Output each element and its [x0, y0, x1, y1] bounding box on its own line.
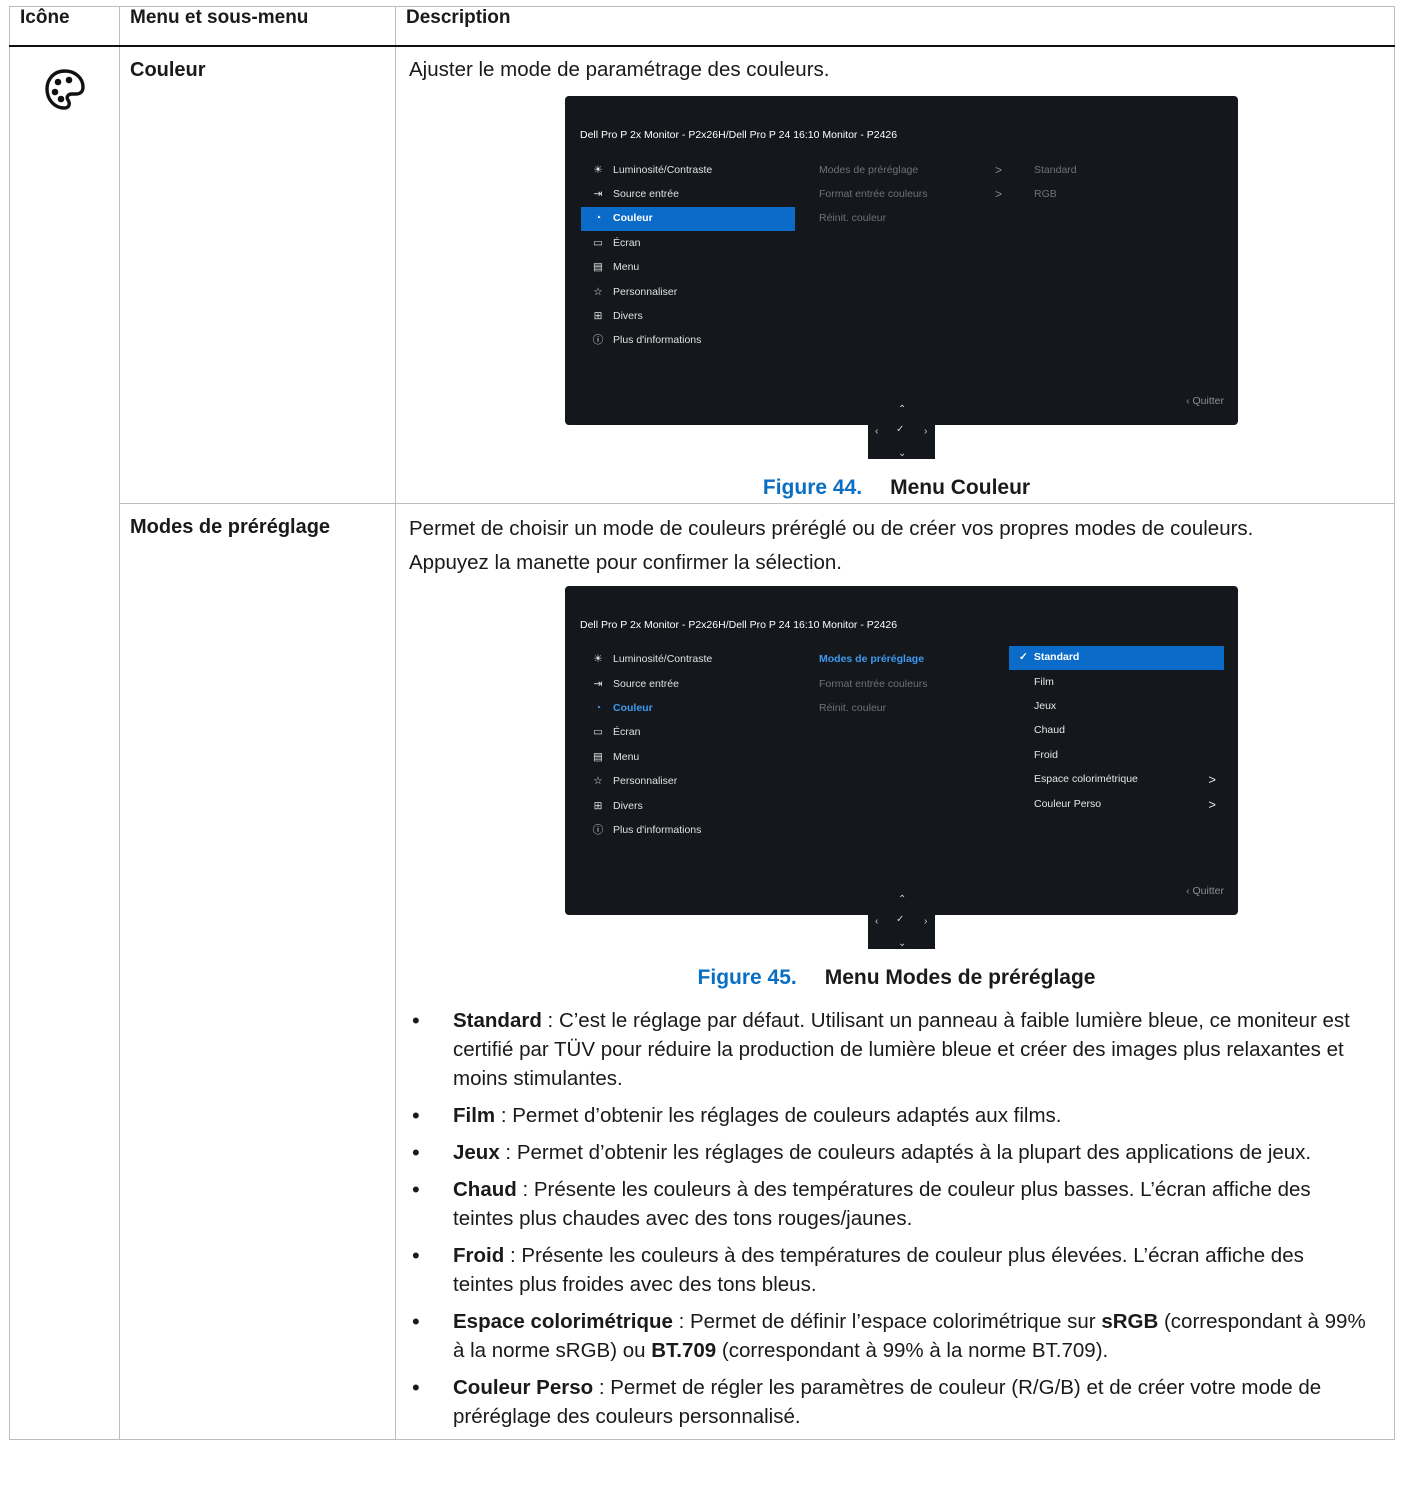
osd-sub-reset[interactable]: Réinit. couleur — [819, 207, 999, 231]
monitor-icon: ▭ — [593, 236, 603, 249]
osd-item-personalize[interactable]: ☆ Personnaliser — [581, 280, 795, 304]
chevron-down-icon: ⌄ — [898, 937, 907, 949]
osd-item-input[interactable]: ⇥ Source entrée — [581, 672, 795, 696]
osd-quit[interactable]: ‹ Quitter — [1186, 387, 1224, 416]
table-row: Modes de préréglage Permet de choisir un… — [10, 502, 1395, 1440]
menu-couleur: Couleur — [119, 45, 396, 504]
osd-main-menu: ☀ Luminosité/Contraste ⇥ Source entrée ◔ Co… — [581, 648, 795, 843]
palette-icon — [44, 69, 85, 110]
info-icon: ⓘ — [592, 823, 604, 836]
chevron-right-icon: › — [924, 915, 928, 927]
chevron-right-icon: > — [1208, 796, 1216, 812]
osd-item-brightness[interactable]: ☀ Luminosité/Contraste — [581, 648, 795, 672]
osd-screenshot-presets: Dell Pro P 2x Monitor - P2x26H/Dell Pro … — [565, 585, 1238, 949]
osd-item-others[interactable]: ⊞ Divers — [581, 794, 795, 818]
osd-item-color[interactable]: ◔ Couleur — [581, 206, 795, 232]
palette-icon: ◔ — [594, 701, 602, 714]
others-icon: ⊞ — [593, 310, 603, 323]
osd-item-others[interactable]: ⊞ Divers — [581, 304, 795, 328]
osd-item-menu[interactable]: ▤ Menu — [581, 745, 795, 769]
osd-preset-espace[interactable]: Espace colorimétrique > — [1009, 767, 1224, 791]
sun-icon: ☀ — [593, 653, 603, 666]
osd-values: Standard RGB — [1033, 158, 1223, 207]
preset-descriptions-list: Standard : C’est le réglage par défaut. … — [409, 1006, 1384, 1431]
header-description: Description — [395, 6, 1395, 47]
osd-item-menu[interactable]: ▤ Menu — [581, 256, 795, 280]
header-menu: Menu et sous-menu — [119, 6, 396, 47]
osd-preset-froid[interactable]: Froid — [1009, 743, 1224, 767]
menu-icon: ▤ — [593, 261, 603, 274]
osd-item-display[interactable]: ▭ Écran — [581, 231, 795, 255]
desc-couleur-text: Ajuster le mode de paramétrage des coule… — [409, 58, 830, 81]
osd-sub-preset[interactable]: Modes de préréglage > — [819, 158, 1002, 182]
osd-item-brightness[interactable]: ☀ Luminosité/Contraste — [581, 158, 795, 182]
osd-item-display[interactable]: ▭ Écran — [581, 721, 795, 745]
icon-cell — [9, 45, 120, 1440]
osd-title: Dell Pro P 2x Monitor - P2x26H/Dell Pro … — [580, 129, 898, 141]
table-header-row: Icône Menu et sous-menu Description — [9, 6, 1395, 47]
osd-submenu: Modes de préréglage > Format entrée coule… — [819, 158, 1003, 231]
star-icon: ☆ — [593, 775, 603, 788]
joystick-guide: ⌃ ‹ ✓ › ⌄ — [868, 882, 935, 949]
osd-value-preset: Standard — [1034, 163, 1077, 176]
desc-modes-prereglage: Permet de choisir un mode de couleurs pr… — [395, 502, 1395, 1440]
menu-modes-prereglage: Modes de préréglage — [119, 502, 396, 1440]
list-item: Chaud : Présente les couleurs à des temp… — [412, 1175, 1384, 1233]
osd-item-personalize[interactable]: ☆ Personnaliser — [581, 769, 795, 793]
osd-main-menu: ☀ Luminosité/Contraste ⇥ Source entrée ◔ Co… — [581, 158, 795, 353]
list-item: Espace colorimétrique : Permet de défini… — [412, 1307, 1384, 1365]
osd-panel: Dell Pro P 2x Monitor - P2x26H/Dell Pro … — [565, 96, 1238, 425]
star-icon: ☆ — [593, 285, 603, 298]
osd-title: Dell Pro P 2x Monitor - P2x26H/Dell Pro … — [580, 618, 898, 631]
osd-sub-format[interactable]: Format entrée couleurs — [819, 672, 999, 696]
list-item: Froid : Présente les couleurs à des temp… — [412, 1241, 1384, 1299]
osd-item-input[interactable]: ⇥ Source entrée — [581, 182, 795, 206]
osd-panel: Dell Pro P 2x Monitor - P2x26H/Dell Pro … — [565, 585, 1238, 915]
desc-couleur: Ajuster le mode de paramétrage des coule… — [395, 45, 1395, 504]
check-icon: ✓ — [1019, 651, 1028, 664]
header-icon: Icône — [9, 6, 120, 47]
osd-item-info[interactable]: ⓘ Plus d'informations — [581, 329, 795, 353]
list-item: Standard : C’est le réglage par défaut. … — [412, 1006, 1384, 1093]
osd-quit[interactable]: ‹ Quitter — [1186, 877, 1224, 906]
osd-item-color[interactable]: ◔ Couleur — [581, 696, 795, 720]
osd-item-info[interactable]: ⓘ Plus d'informations — [581, 818, 795, 842]
list-item: Couleur Perso : Permet de régler les par… — [412, 1373, 1384, 1431]
osd-sub-preset[interactable]: Modes de préréglage — [819, 648, 999, 672]
osd-screenshot-couleur: Dell Pro P 2x Monitor - P2x26H/Dell Pro … — [565, 96, 1238, 459]
list-item: Jeux : Permet d’obtenir les réglages de … — [412, 1138, 1384, 1167]
table-row: Couleur Ajuster le mode de paramétrage d… — [9, 45, 1395, 1440]
osd-preset-jeux[interactable]: Jeux — [1009, 694, 1224, 718]
osd-sub-format[interactable]: Format entrée couleurs > — [819, 182, 1003, 206]
joystick-guide: ⌃ ‹ ✓ › ⌄ — [868, 393, 935, 459]
figure-caption-44: Figure 44. Menu Couleur — [762, 476, 1031, 499]
chevron-right-icon: › — [924, 426, 928, 437]
osd-sub-reset[interactable]: Réinit. couleur — [819, 696, 999, 720]
osd-preset-standard[interactable]: ✓ Standard — [1009, 645, 1224, 670]
osd-preset-chaud[interactable]: Chaud — [1009, 719, 1224, 743]
sun-icon: ☀ — [593, 163, 603, 176]
chevron-left-icon: ‹ — [875, 426, 879, 437]
palette-icon: ◔ — [594, 212, 602, 225]
figure-caption-45: Figure 45. Menu Modes de préréglage — [697, 965, 1096, 989]
osd-preset-perso[interactable]: Couleur Perso > — [1009, 792, 1224, 816]
others-icon: ⊞ — [593, 799, 603, 812]
chevron-left-icon: ‹ — [875, 915, 879, 927]
menu-table: Icône Menu et sous-menu Description Coul… — [9, 6, 1395, 1440]
menu-icon: ▤ — [593, 750, 603, 763]
osd-preset-film[interactable]: Film — [1009, 670, 1224, 694]
desc-modes-text-1: Permet de choisir un mode de couleurs pr… — [409, 516, 1254, 540]
desc-modes-text-2: Appuyez la manette pour confirmer la sél… — [409, 550, 843, 574]
osd-value-format: RGB — [1034, 188, 1057, 201]
info-icon: ⓘ — [592, 334, 604, 347]
chevron-right-icon: > — [995, 187, 1003, 202]
osd-submenu: Modes de préréglage Format entrée couleu… — [819, 648, 999, 721]
chevron-down-icon: ⌄ — [898, 448, 907, 459]
input-icon: ⇥ — [593, 188, 603, 201]
list-item: Film : Permet d’obtenir les réglages de … — [412, 1101, 1384, 1130]
input-icon: ⇥ — [593, 677, 603, 690]
monitor-icon: ▭ — [593, 726, 603, 739]
osd-preset-list: ✓ Standard Film Jeux Chaud Froid Espace c… — [1009, 645, 1224, 817]
